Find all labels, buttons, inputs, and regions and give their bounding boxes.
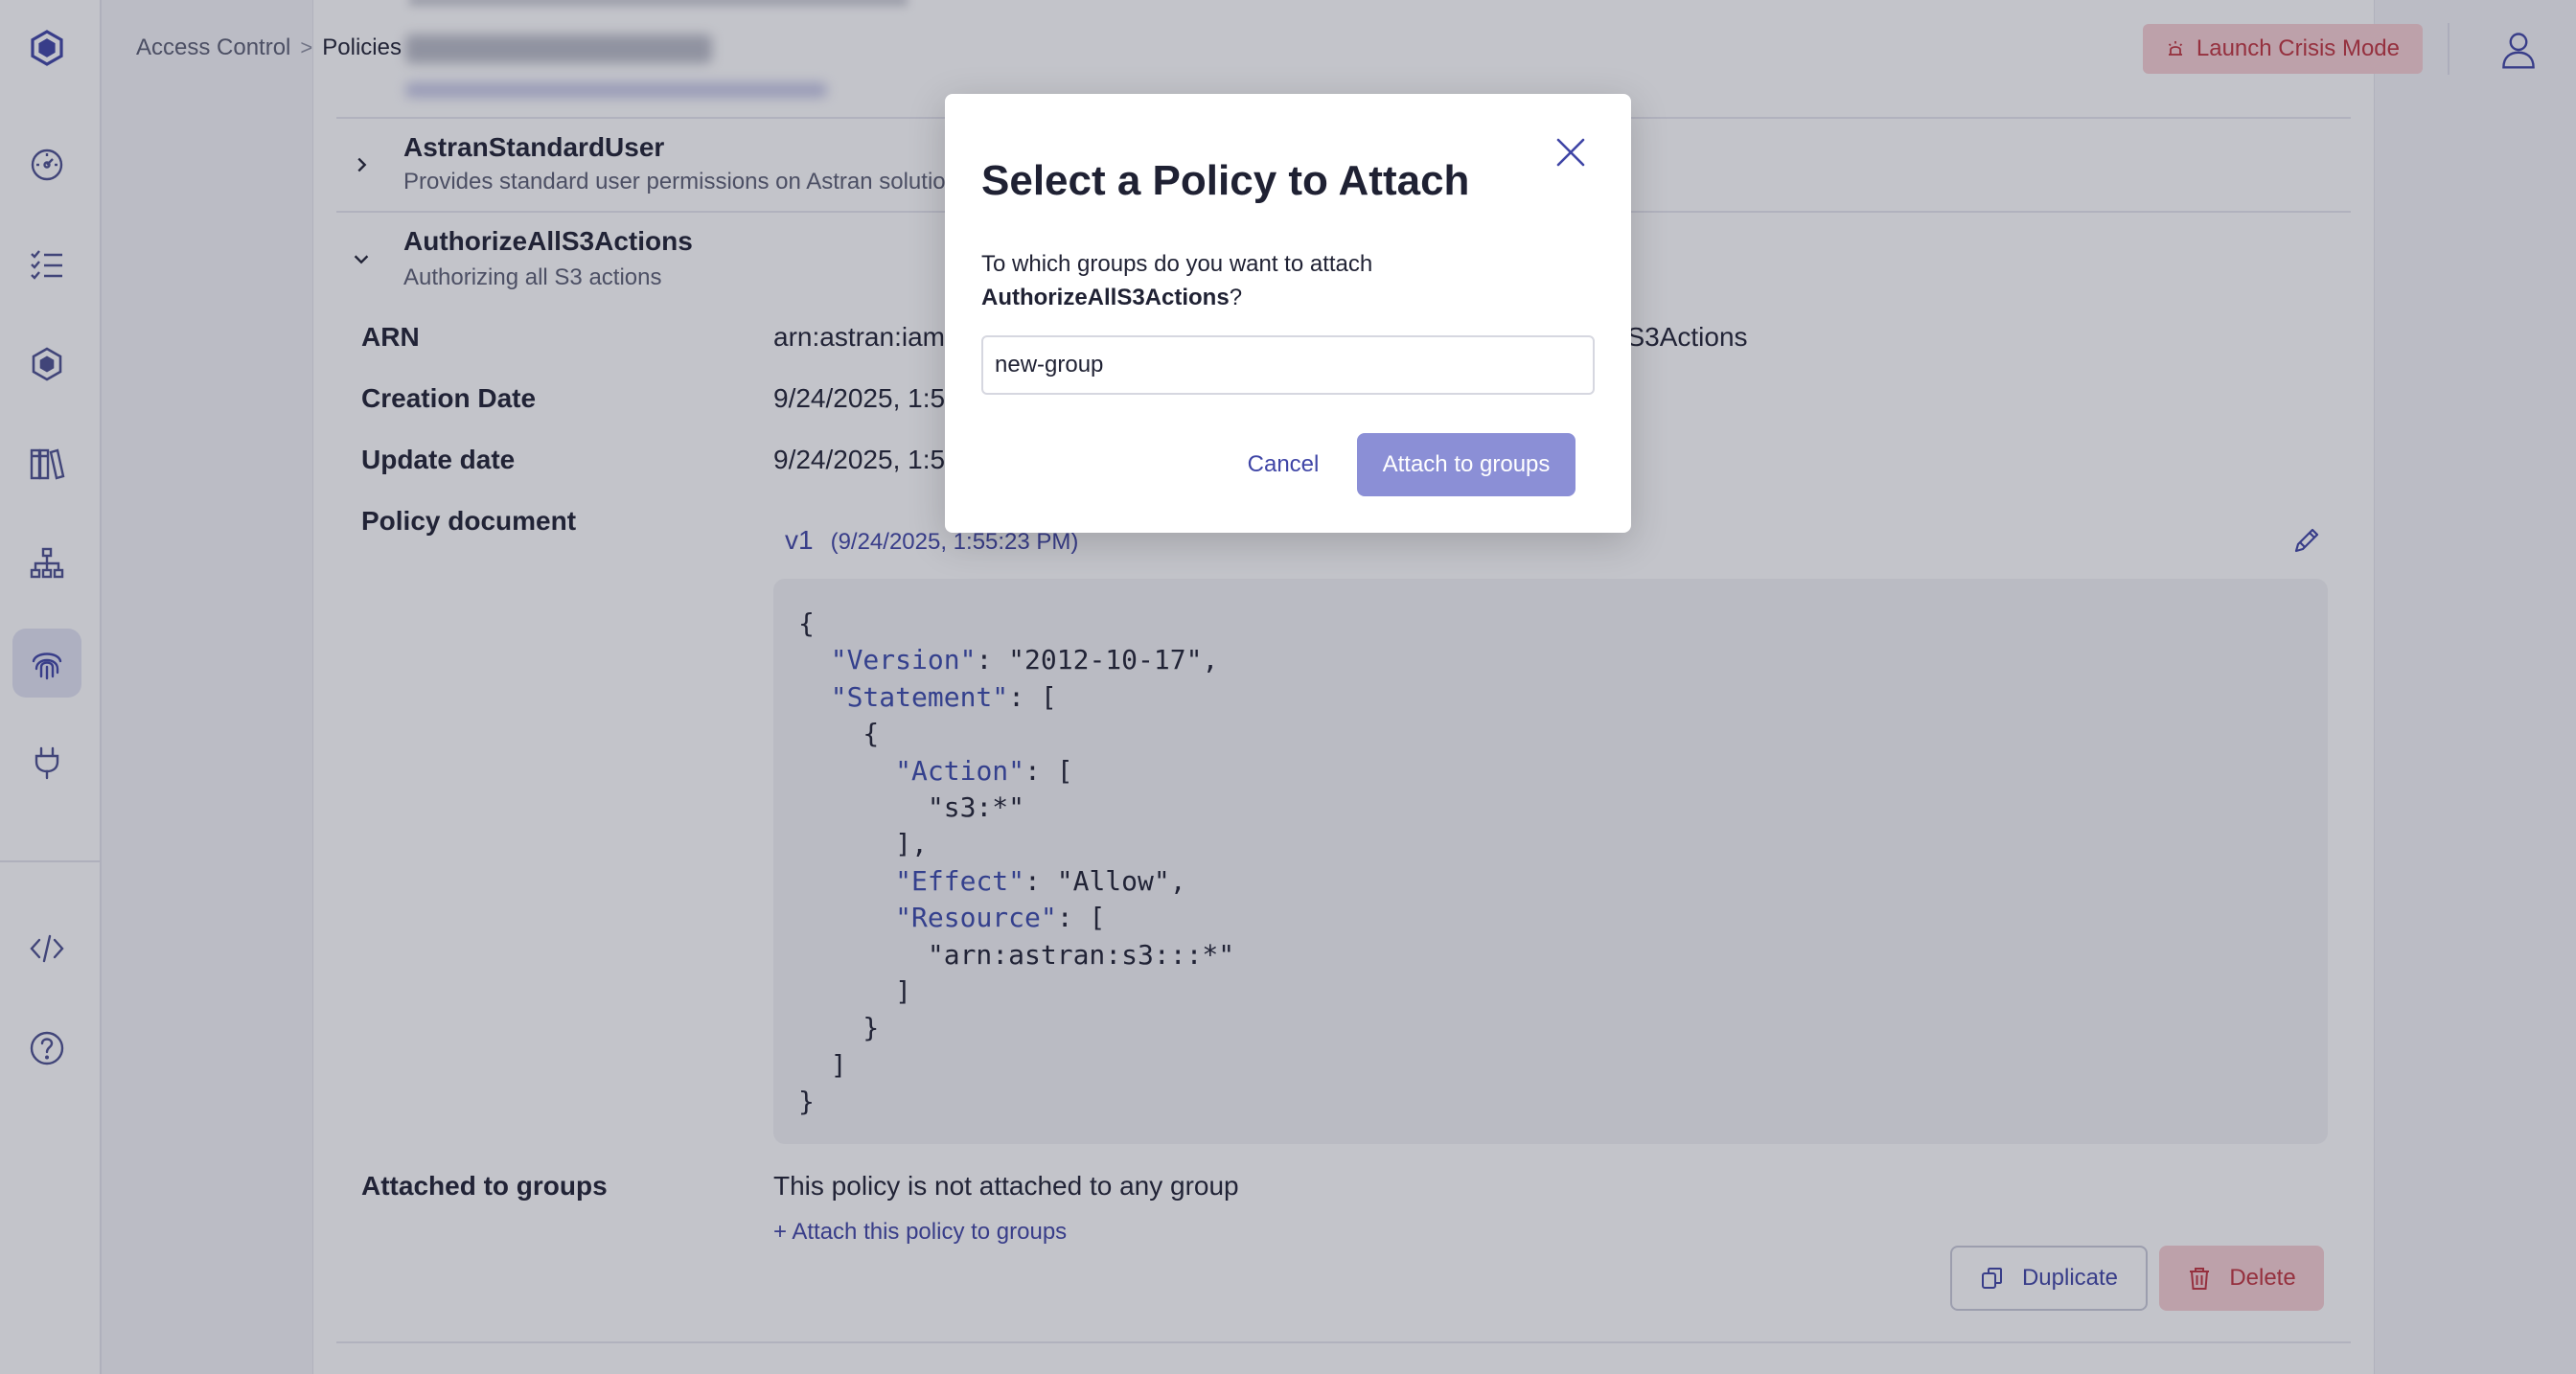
groups-input[interactable] bbox=[981, 335, 1595, 395]
attach-policy-modal: Select a Policy to Attach To which group… bbox=[945, 94, 1631, 533]
attach-to-groups-button[interactable]: Attach to groups bbox=[1357, 433, 1576, 496]
modal-title: Select a Policy to Attach bbox=[981, 157, 1470, 204]
cancel-button[interactable]: Cancel bbox=[1240, 433, 1326, 496]
close-icon[interactable] bbox=[1554, 136, 1587, 169]
modal-question: To which groups do you want to attach Aut… bbox=[981, 251, 1373, 310]
modal-policy-name: AuthorizeAllS3Actions bbox=[981, 285, 1230, 310]
